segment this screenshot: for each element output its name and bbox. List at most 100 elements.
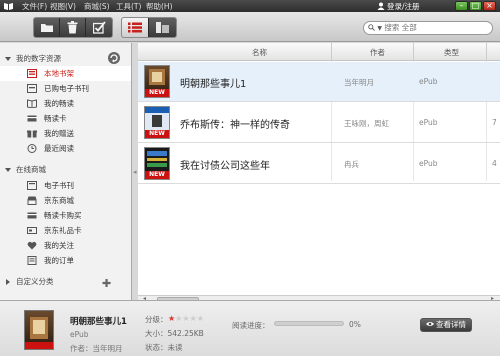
book-cover: NEW [144, 147, 170, 180]
sidebar-item-ebooks[interactable]: 电子书刊 [0, 178, 131, 193]
star-icon[interactable]: ★ [190, 314, 197, 323]
sidebar-item-label: 京东礼品卡 [44, 226, 82, 235]
book-title: 我在讨债公司这些年 [180, 161, 270, 172]
table-row[interactable]: NEW 我在讨债公司这些年 冉兵 ePub 4 [138, 144, 500, 184]
card-icon [27, 115, 37, 122]
refresh-icon [110, 54, 118, 63]
sidebar-item-label: 畅读卡购买 [44, 211, 82, 220]
search-scope-dropdown[interactable]: ▼ [377, 25, 382, 32]
star-icon[interactable]: ★ [182, 314, 189, 323]
sidebar-item-label: 已购电子书刊 [44, 84, 89, 93]
sidebar-item-buy-card[interactable]: 畅读卡购买 [0, 208, 131, 223]
buy-card-icon [27, 212, 37, 219]
giftcard-icon [27, 227, 37, 234]
new-badge: NEW [145, 130, 169, 138]
sidebar-item-recent[interactable]: 最近阅读 [0, 141, 131, 156]
clock-icon [27, 144, 37, 153]
search-icon [368, 24, 375, 31]
star-icon[interactable]: ★ [197, 314, 204, 323]
add-category-button[interactable]: ✚ [102, 277, 112, 290]
table-row[interactable]: NEW 明朝那些事儿1 当年明月 ePub [138, 62, 500, 102]
menu-help[interactable]: 帮助(H) [146, 1, 173, 12]
list-view-icon [128, 22, 142, 33]
book-type: ePub [419, 159, 438, 168]
user-icon [377, 2, 385, 10]
heart-icon [27, 241, 37, 250]
book-extra: 7 [492, 118, 497, 127]
book-author: 当年明月 [344, 78, 374, 87]
sidebar-item-label: 我的赠送 [44, 129, 74, 138]
check-button[interactable] [86, 18, 112, 37]
minimize-button[interactable]: – [455, 1, 468, 11]
table-row[interactable]: NEW 乔布斯传：神一样的传奇 王咏刚，周虹 ePub 7 [138, 103, 500, 143]
menu-file[interactable]: 文件(F) [22, 1, 47, 12]
eye-icon [426, 322, 434, 326]
book-author: 冉兵 [344, 160, 359, 169]
table-header: 名称 作者 类型 [138, 43, 500, 61]
sidebar-item-label: 我的关注 [44, 241, 74, 250]
detail-title: 明朝那些事儿1 [70, 317, 127, 327]
sidebar-item-my-orders[interactable]: 我的订单 [0, 253, 131, 268]
detail-author: 作者：当年明月 [70, 344, 123, 353]
column-divider[interactable] [331, 43, 332, 61]
book-type: ePub [419, 118, 438, 127]
order-icon [27, 256, 37, 265]
bookshelf-icon [27, 69, 37, 78]
plus-icon: ✚ [102, 277, 112, 290]
close-button[interactable]: × [483, 1, 496, 11]
expand-arrow-icon [6, 279, 10, 285]
progress-label: 阅读进度： [232, 321, 270, 330]
column-header-name[interactable]: 名称 [252, 47, 267, 58]
section-title: 自定义分类 [16, 277, 54, 286]
sidebar-item-label: 最近阅读 [44, 144, 74, 153]
new-badge: NEW [145, 171, 169, 179]
list-view-button[interactable] [122, 18, 149, 37]
book-list: 名称 作者 类型 NEW 明朝那些事儿1 当年明月 ePub NEW 乔布斯传：… [138, 43, 500, 302]
progress-value: 0% [349, 320, 361, 329]
section-online-store[interactable]: 在线商城 [0, 163, 132, 177]
book-details-bar: 明朝那些事儿1 ePub 作者：当年明月 分级： ★★★★★ 大小：542.25… [0, 300, 500, 356]
sidebar-item-purchased[interactable]: 已购电子书刊 [0, 81, 131, 96]
open-folder-button[interactable] [34, 18, 60, 37]
book-author: 王咏刚，周虹 [344, 119, 389, 128]
sidebar-item-my-reading[interactable]: 我的畅读 [0, 96, 131, 111]
sidebar: 我的数字资源 本地书架 已购电子书刊 我的畅读 畅读卡 我的赠送 最近阅读 在线… [0, 43, 132, 300]
sidebar-item-label: 电子书刊 [44, 181, 74, 190]
rating-stars[interactable]: ★★★★★ [168, 314, 204, 323]
menu-store[interactable]: 商城(S) [84, 1, 110, 12]
sidebar-item-my-follows[interactable]: 我的关注 [0, 238, 131, 253]
column-header-author[interactable]: 作者 [370, 47, 385, 58]
sidebar-item-jd-giftcard[interactable]: 京东礼品卡 [0, 223, 131, 238]
action-button-group [33, 17, 113, 38]
menu-view[interactable]: 视图(V) [50, 1, 76, 12]
gift-icon [27, 130, 37, 138]
sidebar-item-my-gifts[interactable]: 我的赠送 [0, 126, 131, 141]
menu-tools[interactable]: 工具(T) [116, 1, 141, 12]
login-link[interactable]: 登录/注册 [377, 1, 420, 12]
refresh-button[interactable] [108, 52, 120, 64]
sidebar-item-label: 我的订单 [44, 256, 74, 265]
column-header-type[interactable]: 类型 [444, 47, 459, 58]
search-box[interactable]: ▼ [363, 21, 493, 35]
chevron-left-icon: ◂ [133, 168, 137, 176]
sidebar-item-jd-store[interactable]: 京东商城 [0, 193, 131, 208]
shelf-view-icon [156, 22, 169, 33]
delete-button[interactable] [60, 18, 86, 37]
sidebar-item-label: 京东商城 [44, 196, 74, 205]
book-title: 乔布斯传：神一样的传奇 [180, 120, 290, 131]
column-divider[interactable] [486, 43, 487, 61]
view-details-button[interactable]: 查看详情 [420, 318, 472, 332]
maximize-button[interactable]: □ [469, 1, 482, 11]
sidebar-item-reading-card[interactable]: 畅读卡 [0, 111, 131, 126]
book-cover-art [25, 317, 53, 349]
book-type: ePub [419, 77, 438, 86]
sidebar-item-local-shelf[interactable]: 本地书架 [0, 66, 131, 81]
app-logo-icon [4, 3, 13, 10]
search-input[interactable] [384, 23, 455, 32]
shelf-view-button[interactable] [149, 18, 176, 37]
rating-label: 分级： [145, 315, 168, 324]
column-divider[interactable] [413, 43, 414, 61]
size-label: 大小：542.25KB [145, 329, 204, 338]
section-custom-categories[interactable]: 自定义分类 [0, 275, 132, 289]
book-cover: NEW [144, 106, 170, 139]
